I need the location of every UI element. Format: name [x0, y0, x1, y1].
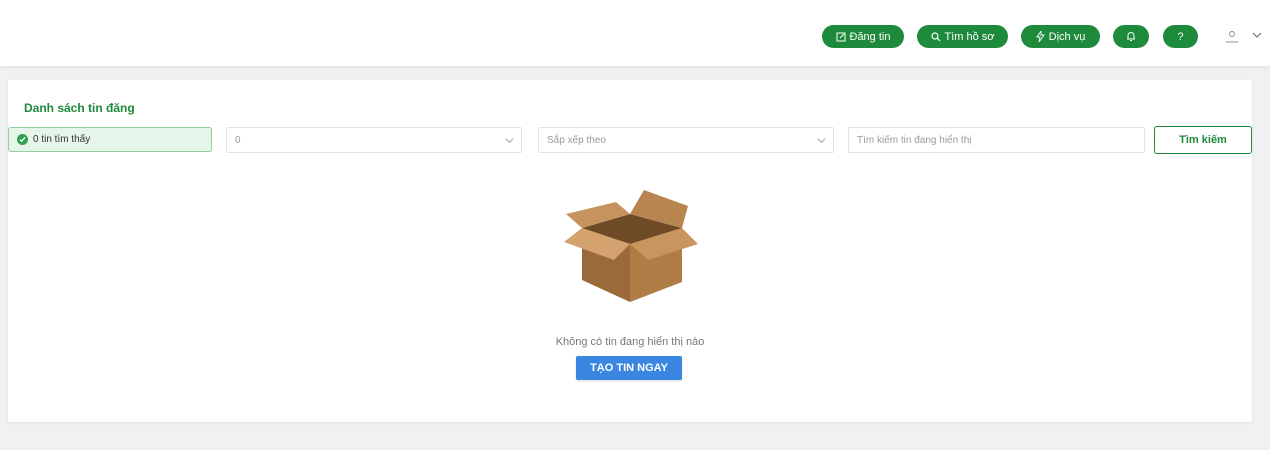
services-label: Dịch vụ	[1048, 30, 1086, 43]
search-input[interactable]: Tìm kiếm tin đang hiển thị	[848, 127, 1145, 153]
user-icon[interactable]	[1224, 28, 1240, 44]
results-count-badge: 0 tin tìm thấy	[8, 127, 212, 152]
chevron-down-icon	[817, 138, 826, 144]
search-input-placeholder: Tìm kiếm tin đang hiển thị	[857, 134, 972, 146]
sort-select-placeholder: Sắp xếp theo	[547, 134, 606, 146]
notification-button[interactable]	[1113, 25, 1149, 48]
search-icon	[930, 31, 940, 41]
page-title: Danh sách tin đăng	[24, 101, 135, 115]
bell-icon	[1127, 32, 1135, 41]
help-button[interactable]: ?	[1163, 25, 1198, 48]
job-list-panel: Danh sách tin đăng 0 tin tìm thấy 0 Sắp …	[8, 80, 1252, 422]
search-button[interactable]: Tìm kiếm	[1154, 126, 1252, 154]
results-count-text: 0 tin tìm thấy	[33, 134, 91, 145]
help-icon: ?	[1177, 30, 1184, 43]
check-circle-icon	[17, 134, 28, 145]
filter-select[interactable]: 0	[226, 127, 522, 153]
lightning-icon	[1035, 31, 1045, 42]
post-job-label: Đăng tin	[849, 30, 891, 43]
chevron-down-icon[interactable]	[1252, 30, 1262, 40]
services-button[interactable]: Dịch vụ	[1021, 25, 1100, 48]
chevron-down-icon	[505, 138, 514, 144]
create-post-button[interactable]: TẠO TIN NGAY	[576, 356, 682, 380]
find-resume-button[interactable]: Tìm hồ sơ	[917, 25, 1008, 48]
filter-select-value: 0	[235, 134, 241, 146]
find-resume-label: Tìm hồ sơ	[944, 30, 995, 43]
edit-icon	[836, 32, 845, 41]
empty-box-icon	[564, 190, 698, 302]
sort-select[interactable]: Sắp xếp theo	[538, 127, 834, 153]
post-job-button[interactable]: Đăng tin	[822, 25, 904, 48]
empty-state-message: Không có tin đang hiển thị nào	[555, 336, 705, 348]
top-navbar: Đăng tin Tìm hồ sơ Dịch vụ ?	[0, 0, 1270, 66]
